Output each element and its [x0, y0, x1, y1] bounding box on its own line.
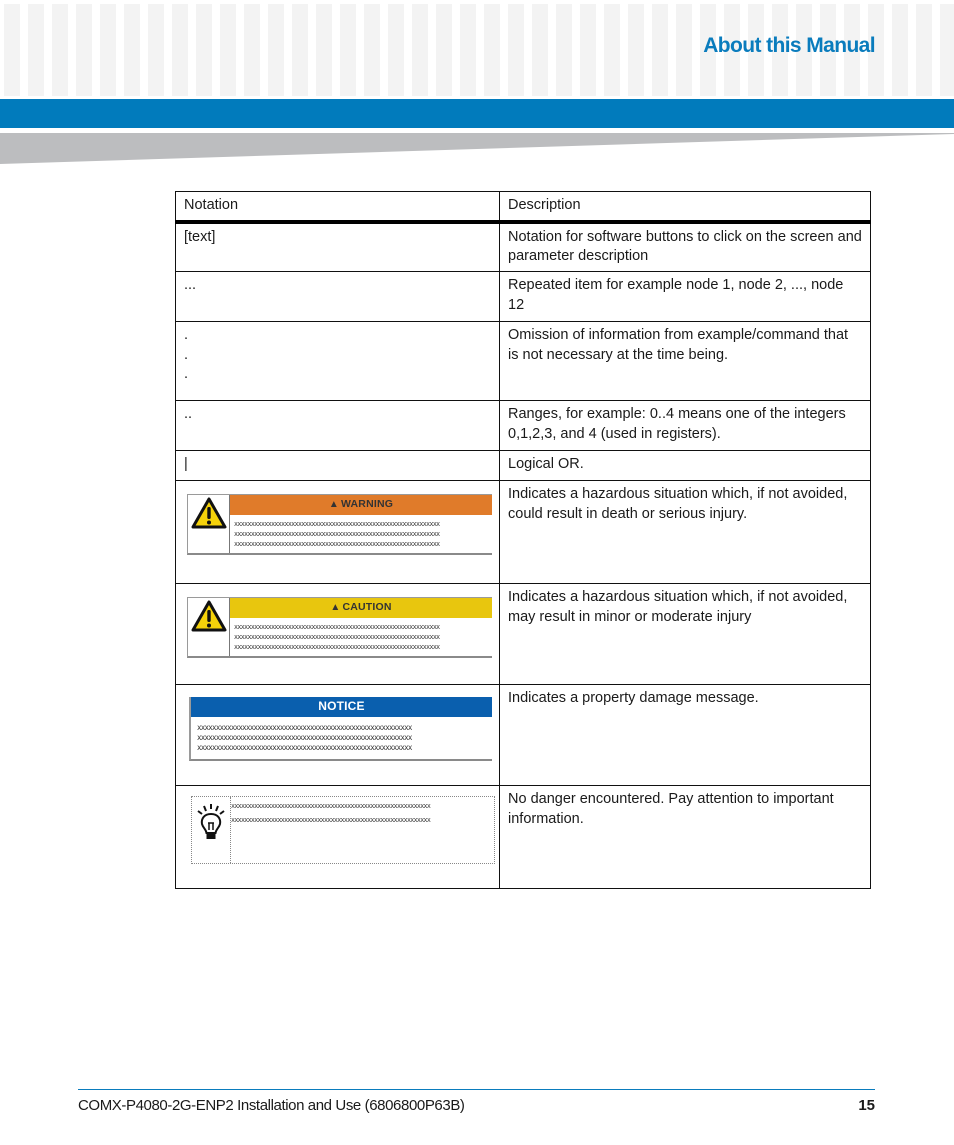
description-cell: Indicates a hazardous situation which, i…	[499, 583, 871, 685]
notice-header-bar: NOTICE	[191, 697, 492, 717]
alert-triangle-icon: ▲	[330, 602, 341, 614]
warning-triangle-icon	[191, 497, 226, 529]
column-header-notation: Notation	[175, 191, 500, 224]
table-row: xxxxxxxxxxxxxxxxxxxxxxxxxxxxxxxxxxxxxxxx…	[175, 785, 871, 889]
notation-cell: ..	[175, 400, 500, 451]
description-cell: Indicates a hazardous situation which, i…	[499, 480, 871, 584]
page-number: 15	[858, 1097, 875, 1114]
notation-cell: ▲ WARNING xxxxxxxxxxxxxxxxxxxxxxxxxxxxxx…	[175, 480, 500, 584]
description-cell: Repeated item for example node 1, node 2…	[499, 271, 871, 322]
column-header-description: Description	[499, 191, 871, 224]
table-header-row: Notation Description	[175, 191, 871, 224]
notation-cell: xxxxxxxxxxxxxxxxxxxxxxxxxxxxxxxxxxxxxxxx…	[175, 785, 500, 889]
warning-header-bar: ▲ WARNING	[230, 495, 492, 515]
table-row: ▲ CAUTION xxxxxxxxxxxxxxxxxxxxxxxxxxxxxx…	[175, 583, 871, 685]
tip-placeholder-text: xxxxxxxxxxxxxxxxxxxxxxxxxxxxxxxxxxxxxxxx…	[231, 802, 431, 824]
notice-signal-box: NOTICE xxxxxxxxxxxxxxxxxxxxxxxxxxxxxxxxx…	[189, 697, 492, 761]
table-row: ... Repeated item for example node 1, no…	[175, 271, 871, 322]
table-row: [text] Notation for software buttons to …	[175, 221, 871, 272]
notation-dot: .	[184, 327, 189, 343]
notation-dot: .	[184, 346, 189, 363]
table-row: NOTICE xxxxxxxxxxxxxxxxxxxxxxxxxxxxxxxxx…	[175, 684, 871, 786]
caution-placeholder-text: xxxxxxxxxxxxxxxxxxxxxxxxxxxxxxxxxxxxxxxx…	[234, 623, 440, 651]
caution-header-bar: ▲ CAUTION	[230, 598, 492, 618]
footer-divider	[78, 1089, 875, 1090]
notation-cell: NOTICE xxxxxxxxxxxxxxxxxxxxxxxxxxxxxxxxx…	[175, 684, 500, 786]
notice-placeholder-text: xxxxxxxxxxxxxxxxxxxxxxxxxxxxxxxxxxxxxxxx…	[197, 723, 412, 752]
notation-cell: [text]	[175, 221, 500, 272]
header-wedge	[0, 133, 954, 164]
lightbulb-icon	[197, 804, 225, 839]
page-title: About this Manual	[703, 34, 875, 57]
notice-label: NOTICE	[318, 699, 365, 714]
warning-placeholder-text: xxxxxxxxxxxxxxxxxxxxxxxxxxxxxxxxxxxxxxxx…	[234, 520, 440, 548]
tip-signal-box: xxxxxxxxxxxxxxxxxxxxxxxxxxxxxxxxxxxxxxxx…	[191, 796, 495, 864]
description-cell: Indicates a property damage message.	[499, 684, 871, 786]
warning-signal-box: ▲ WARNING xxxxxxxxxxxxxxxxxxxxxxxxxxxxxx…	[187, 494, 492, 555]
caution-triangle-icon	[191, 600, 226, 632]
notation-cell: ...	[175, 271, 500, 322]
notation-cell: . . .	[175, 321, 500, 401]
footer-document-title: COMX-P4080-2G-ENP2 Installation and Use …	[78, 1097, 465, 1114]
alert-triangle-icon: ▲	[328, 499, 339, 511]
table-row: ▲ WARNING xxxxxxxxxxxxxxxxxxxxxxxxxxxxxx…	[175, 480, 871, 584]
caution-label: CAUTION	[342, 601, 392, 614]
notation-cell: |	[175, 450, 500, 481]
notation-table: Notation Description [text] Notation for…	[175, 191, 871, 889]
caution-signal-box: ▲ CAUTION xxxxxxxxxxxxxxxxxxxxxxxxxxxxxx…	[187, 597, 492, 658]
description-cell: Ranges, for example: 0..4 means one of t…	[499, 400, 871, 451]
notation-dot: .	[184, 366, 189, 382]
warning-label: WARNING	[340, 498, 394, 511]
notation-cell: ▲ CAUTION xxxxxxxxxxxxxxxxxxxxxxxxxxxxxx…	[175, 583, 500, 685]
description-cell: No danger encountered. Pay attention to …	[499, 785, 871, 889]
table-row: . . . Omission of information from examp…	[175, 321, 871, 401]
table-row: | Logical OR.	[175, 450, 871, 481]
description-cell: Omission of information from example/com…	[499, 321, 871, 401]
description-cell: Logical OR.	[499, 450, 871, 481]
description-cell: Notation for software buttons to click o…	[499, 221, 871, 272]
table-row: .. Ranges, for example: 0..4 means one o…	[175, 400, 871, 451]
header-band	[0, 99, 954, 128]
